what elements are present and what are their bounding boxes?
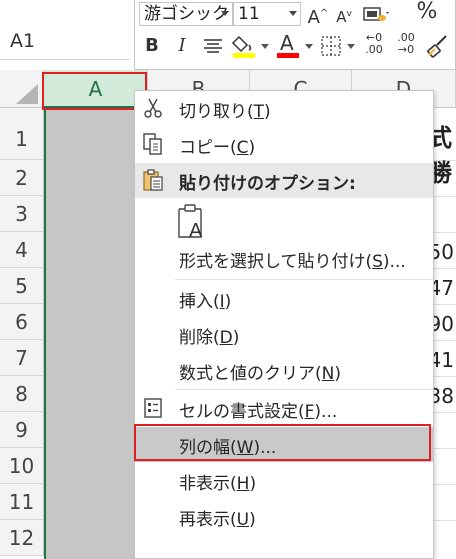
menu-separator (175, 279, 433, 280)
menu-item-label: 切り取り(T) (179, 102, 271, 122)
menu-item-label: 挿入(I) (179, 292, 232, 312)
row-header-4[interactable]: 4 (0, 232, 44, 268)
menu-header-paste-options: 貼り付けのオプション: (135, 163, 433, 198)
bold-button[interactable]: B (141, 34, 163, 58)
chevron-down-icon (289, 11, 297, 16)
cell-styles-icon (363, 7, 389, 21)
borders-button[interactable] (319, 34, 345, 58)
copy-icon (143, 133, 162, 155)
svg-text:A: A (189, 220, 203, 242)
menu-item-label: セルの書式設定(F)... (179, 402, 338, 422)
row-header-8[interactable]: 8 (0, 376, 44, 412)
chevron-down-icon[interactable] (305, 44, 313, 49)
select-all-triangle-icon (16, 84, 38, 104)
chevron-down-icon[interactable] (347, 44, 355, 49)
menu-item-delete[interactable]: 削除(D) (135, 317, 433, 352)
font-name-combo[interactable]: 游ゴシック (139, 2, 233, 26)
cell-styles-button[interactable] (361, 2, 395, 26)
borders-icon (321, 36, 341, 56)
context-menu: 切り取り(T) コピー(C) 貼り付けのオプション: A 形式を選択して貼り付け… (134, 90, 434, 559)
row-header-11[interactable]: 11 (0, 484, 44, 520)
menu-item-label: 削除(D) (179, 328, 240, 348)
paste-clipboard-icon: A (178, 204, 203, 242)
font-size-combo[interactable]: 11 (233, 2, 301, 26)
font-name-value: 游ゴシック (144, 4, 229, 24)
percent-style-button[interactable]: % (413, 0, 441, 24)
font-color-button[interactable]: A (275, 31, 301, 58)
paint-bucket-icon (231, 35, 255, 58)
decrease-font-icon: A (336, 8, 347, 26)
menu-item-label: 再表示(U) (179, 510, 256, 530)
row-header-3[interactable]: 3 (0, 196, 44, 232)
menu-item-copy[interactable]: コピー(C) (135, 127, 433, 162)
row-header-6[interactable]: 6 (0, 304, 44, 340)
row-header-2[interactable]: 2 (0, 160, 44, 196)
paste-button[interactable]: A (175, 203, 209, 243)
fill-color-button[interactable] (231, 33, 257, 58)
format-painter-button[interactable] (425, 33, 451, 58)
menu-item-insert[interactable]: 挿入(I) (135, 281, 433, 316)
increase-decimal-button[interactable]: ←0 .00 (359, 32, 389, 56)
mini-toolbar: 游ゴシック 11 A^ Av % B I A ←0 .00 .00 →0 (134, 0, 456, 70)
menu-header-label: 貼り付けのオプション: (179, 174, 356, 194)
font-size-value: 11 (238, 4, 260, 24)
scissors-icon (144, 98, 162, 118)
row-header-10[interactable]: 10 (0, 448, 44, 484)
menu-item-label: 形式を選択して貼り付け(S)... (179, 252, 406, 272)
menu-item-clear-contents[interactable]: 数式と値のクリア(N) (135, 353, 433, 388)
chevron-down-icon[interactable] (261, 44, 269, 49)
row-header-1[interactable]: 1 (0, 108, 44, 160)
menu-item-paste-special[interactable]: 形式を選択して貼り付け(S)... (135, 241, 433, 276)
align-center-icon (204, 39, 222, 53)
menu-item-label: 非表示(H) (179, 474, 257, 494)
font-color-swatch (277, 53, 299, 58)
italic-button[interactable]: I (171, 34, 193, 58)
increase-font-size-button[interactable]: A^ (307, 2, 329, 28)
name-box[interactable]: A1 (0, 20, 130, 60)
name-box-value: A1 (10, 30, 36, 52)
clipboard-icon (143, 169, 163, 191)
format-cells-icon (144, 398, 162, 418)
chevron-down-icon (221, 11, 229, 16)
column-width-highlight-box (134, 424, 431, 461)
menu-item-unhide[interactable]: 再表示(U) (135, 499, 433, 534)
decrease-font-size-button[interactable]: Av (333, 2, 355, 26)
row-header-12[interactable]: 12 (0, 520, 44, 556)
decrease-decimal-button[interactable]: .00 →0 (391, 32, 421, 56)
row-header-9[interactable]: 9 (0, 412, 44, 448)
menu-item-format-cells[interactable]: セルの書式設定(F)... (135, 391, 433, 426)
increase-decimal-sub: .00 (365, 43, 383, 56)
menu-item-label: 数式と値のクリア(N) (179, 364, 341, 384)
menu-item-label: コピー(C) (179, 138, 256, 158)
bold-icon: B (145, 35, 159, 56)
menu-separator (175, 389, 433, 390)
menu-item-cut[interactable]: 切り取り(T) (135, 91, 433, 126)
row-header-7[interactable]: 7 (0, 340, 44, 376)
font-color-icon: A (280, 31, 294, 55)
selected-column-a[interactable] (44, 108, 148, 559)
increase-font-icon: A (307, 7, 320, 28)
percent-icon: % (416, 0, 438, 24)
decrease-decimal-sub: →0 (397, 43, 415, 56)
menu-item-hide[interactable]: 非表示(H) (135, 463, 433, 498)
italic-icon: I (178, 35, 186, 56)
column-a-highlight-box (42, 72, 147, 110)
row-header-5[interactable]: 5 (0, 268, 44, 304)
format-painter-icon (427, 35, 447, 58)
center-align-button[interactable] (201, 34, 225, 58)
